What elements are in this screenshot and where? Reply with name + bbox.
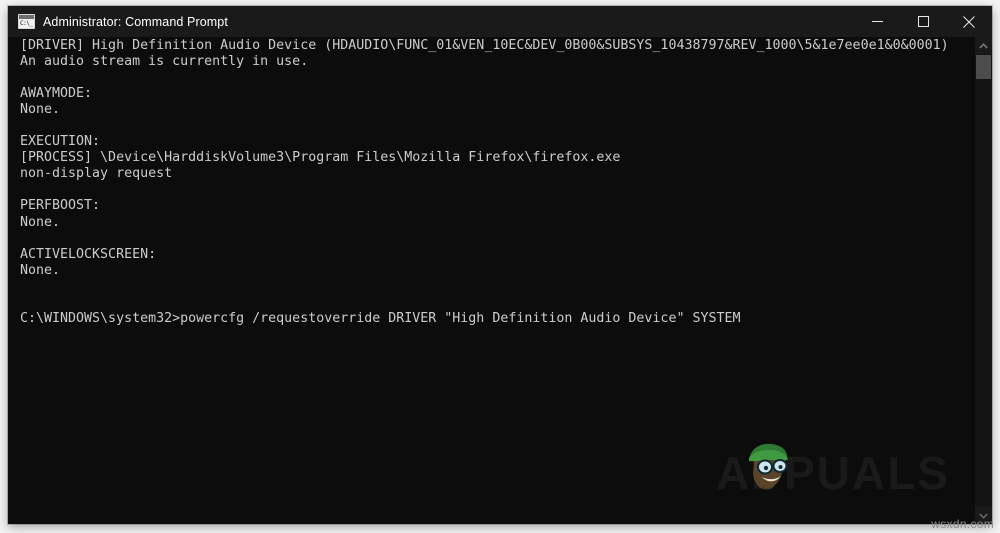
page-root: C:\_ Administrator: Command Prompt [DRIV… xyxy=(0,0,1000,533)
scrollbar-track[interactable] xyxy=(975,54,992,507)
console-text: [DRIVER] High Definition Audio Device (H… xyxy=(20,38,962,327)
console-line: [PROCESS] \Device\HarddiskVolume3\Progra… xyxy=(20,150,621,166)
console-line: PERFBOOST: xyxy=(20,198,101,214)
console-scrollbar[interactable] xyxy=(975,37,992,524)
console-icon-glyph: C:\_ xyxy=(20,20,33,27)
console-line: None. xyxy=(20,262,61,278)
site-credit: wsxdn.com xyxy=(931,517,994,531)
console-line: C:\WINDOWS\system32>powercfg /requestove… xyxy=(20,310,741,326)
console-line: None. xyxy=(20,214,61,230)
console-icon[interactable]: C:\_ xyxy=(18,14,35,29)
console-line: AWAYMODE: xyxy=(20,86,93,102)
close-button[interactable] xyxy=(946,6,992,37)
window-controls xyxy=(854,6,992,37)
watermark-brand: APPUALS xyxy=(716,447,950,499)
window-title: Administrator: Command Prompt xyxy=(43,14,228,29)
scrollbar-thumb[interactable] xyxy=(976,55,991,79)
maximize-button[interactable] xyxy=(900,6,946,37)
minimize-icon xyxy=(871,21,883,22)
command-prompt-window: C:\_ Administrator: Command Prompt [DRIV… xyxy=(8,6,992,524)
appuals-mascot-logo xyxy=(749,443,789,490)
console-line: None. xyxy=(20,102,61,118)
watermark: APPUALS xyxy=(716,443,950,499)
scrollbar-up-button[interactable] xyxy=(975,37,992,54)
title-bar[interactable]: C:\_ Administrator: Command Prompt xyxy=(8,6,992,37)
chevron-up-icon xyxy=(979,42,988,48)
minimize-button[interactable] xyxy=(854,6,900,37)
console-line: EXECUTION: xyxy=(20,134,101,150)
console-line: non-display request xyxy=(20,166,173,182)
maximize-icon xyxy=(917,16,929,27)
console-line: [DRIVER] High Definition Audio Device (H… xyxy=(20,38,949,53)
console-line: An audio stream is currently in use. xyxy=(20,54,309,70)
close-icon xyxy=(963,15,975,28)
console-output-area[interactable]: [DRIVER] High Definition Audio Device (H… xyxy=(8,37,992,524)
console-line: ACTIVELOCKSCREEN: xyxy=(20,246,157,262)
